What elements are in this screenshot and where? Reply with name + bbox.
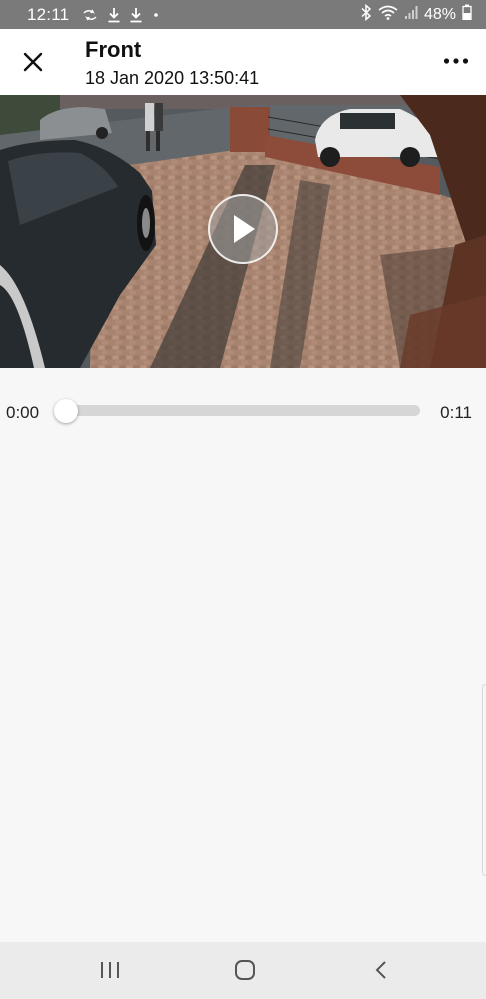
status-left-icons — [81, 7, 161, 23]
recording-timestamp: 18 Jan 2020 13:50:41 — [85, 68, 260, 88]
status-bar: 12:11 48% — [0, 0, 486, 29]
page-title: Front — [85, 37, 142, 62]
battery-icon — [462, 4, 472, 25]
bluetooth-icon — [360, 3, 372, 26]
total-time: 0:11 — [440, 403, 472, 422]
status-time: 12:11 — [27, 4, 70, 24]
home-icon — [235, 960, 255, 980]
wifi-icon — [378, 4, 398, 25]
close-button[interactable] — [14, 43, 52, 81]
recent-apps-icon — [101, 962, 119, 978]
app-header: Front 18 Jan 2020 13:50:41 — [0, 29, 486, 95]
download-icon — [129, 7, 143, 23]
back-icon — [375, 961, 386, 979]
signal-icon — [404, 5, 418, 25]
play-button[interactable] — [208, 194, 278, 264]
close-icon — [23, 52, 43, 72]
video-player[interactable] — [0, 95, 486, 368]
playback-scrubber: 0:00 0:11 — [0, 368, 486, 454]
seek-bar-thumb[interactable] — [54, 399, 78, 423]
system-nav-bar — [0, 942, 486, 999]
recent-apps-button[interactable] — [90, 954, 130, 986]
edge-panel-handle[interactable] — [482, 684, 486, 876]
more-options-button[interactable] — [436, 45, 476, 77]
sync-icon — [81, 8, 99, 22]
status-right: 48% — [360, 3, 472, 26]
battery-percent: 48% — [423, 5, 456, 23]
seek-bar[interactable] — [54, 399, 420, 423]
dot-icon — [151, 10, 161, 20]
more-icon — [443, 58, 469, 64]
back-button[interactable] — [361, 954, 401, 986]
home-button[interactable] — [225, 954, 265, 986]
download-icon — [107, 7, 121, 23]
play-icon — [234, 215, 255, 243]
current-time: 0:00 — [6, 403, 40, 422]
